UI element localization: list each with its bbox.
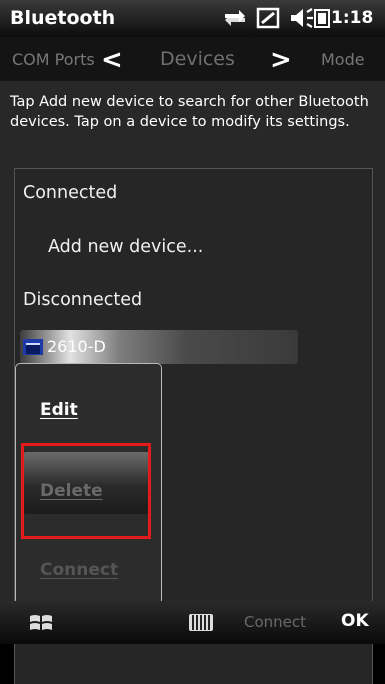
windows-start-icon[interactable] bbox=[28, 611, 54, 635]
tab-strip: COM Ports < Devices > Mode bbox=[0, 37, 385, 81]
chevron-right-icon[interactable]: > bbox=[270, 45, 292, 75]
signal-icon bbox=[256, 7, 280, 29]
softkey-bar: Connect OK bbox=[0, 601, 385, 644]
softkey-ok[interactable]: OK bbox=[341, 611, 369, 631]
tab-mode[interactable]: Mode bbox=[321, 50, 365, 69]
data-sync-icon bbox=[225, 10, 245, 26]
add-new-device[interactable]: Add new device... bbox=[48, 237, 203, 257]
app-title: Bluetooth bbox=[10, 7, 116, 29]
connected-header: Connected bbox=[23, 183, 118, 203]
softkey-connect[interactable]: Connect bbox=[244, 613, 306, 631]
keyboard-icon[interactable] bbox=[189, 614, 213, 631]
tab-devices[interactable]: Devices bbox=[160, 48, 235, 70]
menu-item-edit[interactable]: Edit bbox=[40, 400, 78, 420]
volume-icon bbox=[291, 8, 313, 28]
device-icon bbox=[23, 339, 43, 355]
highlight-box bbox=[21, 443, 151, 539]
disconnected-header: Disconnected bbox=[23, 290, 143, 310]
status-bar: Bluetooth 1:18 bbox=[0, 0, 385, 37]
battery-icon bbox=[314, 9, 330, 28]
device-row[interactable]: 2610-D bbox=[20, 330, 298, 364]
menu-item-connect[interactable]: Connect bbox=[40, 560, 118, 580]
device-name: 2610-D bbox=[47, 337, 106, 356]
menu-item-edit-label: Edit bbox=[40, 400, 78, 420]
instructions-text: Tap Add new device to search for other B… bbox=[10, 94, 369, 130]
tab-com-ports[interactable]: COM Ports bbox=[12, 50, 95, 69]
clock: 1:18 bbox=[331, 8, 374, 28]
chevron-left-icon[interactable]: < bbox=[101, 45, 123, 75]
menu-item-connect-label: Connect bbox=[40, 560, 119, 580]
